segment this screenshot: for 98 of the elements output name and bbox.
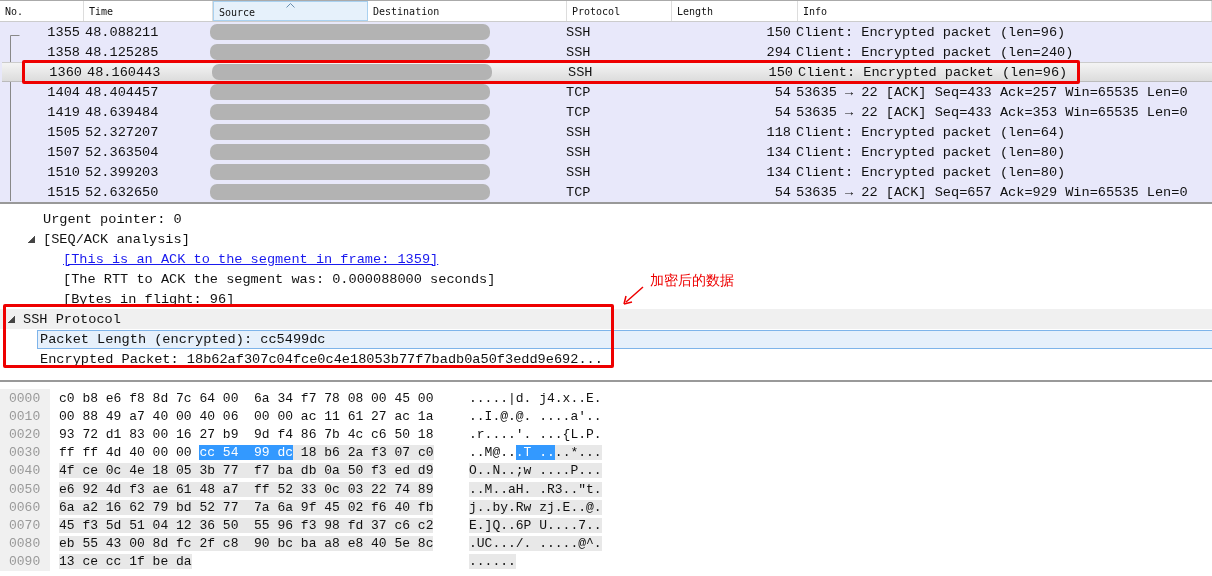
- table-cell-text: 118: [765, 124, 792, 140]
- hex-bytes[interactable]: e6 92 4d f3 ae 61 48 a7 ff 52 33 0c 03 22 74 89: [59, 481, 434, 497]
- table-cell-text: SSH: [565, 164, 592, 180]
- ascii-bytes[interactable]: ..M@..: [469, 445, 516, 461]
- hex-bytes[interactable]: 13 ce cc 1f be da: [59, 554, 192, 570]
- table-cell-text: TCP: [565, 84, 592, 100]
- ascii-bytes[interactable]: O..N..;w ....P...: [469, 463, 602, 479]
- ascii-bytes[interactable]: .....|d. j4.x..E.: [469, 390, 602, 406]
- packet-row[interactable]: 1515 52.632650 TCP 54 53635 → 22 [ACK] Seq=657 Ack=929 Win=65535 Len=0: [0, 182, 1212, 202]
- hex-bytes[interactable]: 93 72 d1 83 00 16 27 b9 9d f4 86 7b 4c c6 50 18: [59, 426, 434, 442]
- table-cell-text: 150: [767, 64, 794, 80]
- packet-row[interactable]: 1510 52.399203 SSH 134 Client: Encrypted packet (len=80): [0, 162, 1212, 182]
- hex-bytes[interactable]: eb 55 43 00 8d fc 2f c8 90 bc ba a8 e8 40 5e 8c: [59, 536, 434, 552]
- offset-label: 0000: [0, 389, 50, 408]
- table-cell-text: 150: [765, 24, 792, 40]
- packet-row[interactable]: 1419 48.639484 TCP 54 53635 → 22 [ACK] Seq=433 Ack=353 Win=65535 Len=0: [0, 102, 1212, 122]
- annotation-arrow: [622, 286, 644, 306]
- tree-item[interactable]: Urgent pointer: 0: [43, 211, 182, 227]
- table-cell-text: 1515: [46, 184, 81, 200]
- table-cell-text: 1507: [46, 144, 81, 160]
- offset-label: 0070: [0, 516, 50, 535]
- hex-bytes[interactable]: 18 b6 2a f3 07 c0: [293, 445, 434, 461]
- table-cell-text: 48.125285: [84, 44, 160, 60]
- hex-bytes[interactable]: 45 f3 5d 51 04 12 36 50 55 96 f3 98 fd 37 c6 c2: [59, 517, 434, 533]
- expand-icon[interactable]: [28, 236, 35, 243]
- ascii-bytes[interactable]: ..I.@.@. ....a'..: [469, 408, 602, 424]
- table-cell-text: 48.088211: [84, 24, 160, 40]
- column-header[interactable]: Source: [213, 1, 368, 21]
- tree-item[interactable]: SSH Protocol: [23, 311, 121, 327]
- hex-bytes[interactable]: 6a a2 16 62 79 bd 52 77 7a 6a 9f 45 02 f6 40 fb: [59, 499, 434, 515]
- packet-row[interactable]: 1355 48.088211 SSH 150 Client: Encrypted packet (len=96): [0, 22, 1212, 42]
- packet-row[interactable]: 1505 52.327207 SSH 118 Client: Encrypted packet (len=64): [0, 122, 1212, 142]
- table-cell-text: 1404: [46, 84, 81, 100]
- table-cell-text: 54: [773, 184, 792, 200]
- ascii-bytes[interactable]: ......: [469, 554, 516, 570]
- table-cell-text: 48.160443: [86, 64, 162, 80]
- hex-bytes[interactable]: c0 b8 e6 f8 8d 7c 64 00 6a 34 f7 78 08 00 45 00: [59, 390, 434, 406]
- table-cell-text: Client: Encrypted packet (len=80): [795, 144, 1067, 160]
- expand-icon[interactable]: [8, 315, 15, 323]
- offset-label: 0020: [0, 425, 50, 444]
- packet-row[interactable]: 1360 48.160443 SSH 150 Client: Encrypted packet (len=96): [2, 62, 1212, 82]
- table-cell-text: 54: [773, 84, 792, 100]
- tree-item[interactable]: Packet Length (encrypted): cc5499dc: [37, 329, 1212, 349]
- ascii-bytes[interactable]: E.]Q..6P U....7..: [469, 517, 602, 533]
- column-header[interactable]: Info: [798, 1, 1212, 21]
- table-cell-text: 1358: [46, 44, 81, 60]
- table-cell-text: 53635 → 22 [ACK] Seq=433 Ack=257 Win=65535 Len=0: [795, 84, 1189, 100]
- packet-row[interactable]: 1507 52.363504 SSH 134 Client: Encrypted packet (len=80): [0, 142, 1212, 162]
- table-cell-text: 1360: [48, 64, 83, 80]
- column-header[interactable]: No.: [0, 1, 84, 21]
- hex-bytes[interactable]: 00 88 49 a7 40 00 40 06 00 00 ac 11 61 27 ac 1a: [59, 408, 434, 424]
- ascii-bytes[interactable]: .UC.../. .....@^.: [469, 536, 602, 552]
- hex-bytes[interactable]: 4f ce 0c 4e 18 05 3b 77 f7 ba db 0a 50 f3 ed d9: [59, 463, 434, 479]
- packet-row[interactable]: 1404 48.404457 TCP 54 53635 → 22 [ACK] Seq=433 Ack=257 Win=65535 Len=0: [0, 82, 1212, 102]
- ascii-bytes[interactable]: .r....'. ...{L.P.: [469, 426, 602, 442]
- table-cell-text: Client: Encrypted packet (len=240): [795, 44, 1075, 60]
- annotation-note: 加密后的数据: [650, 272, 734, 290]
- table-cell-text: SSH: [565, 24, 592, 40]
- table-cell-text: Client: Encrypted packet (len=96): [797, 64, 1069, 80]
- frame-link[interactable]: [This is an ACK to the segment in frame: 1359]: [63, 251, 439, 267]
- table-cell-text: Client: Encrypted packet (len=80): [795, 164, 1067, 180]
- table-cell-text: 52.363504: [84, 144, 160, 160]
- table-cell-text: 52.632650: [84, 184, 160, 200]
- column-header[interactable]: Length: [672, 1, 798, 21]
- table-cell-text: Client: Encrypted packet (len=96): [795, 24, 1067, 40]
- tree-item[interactable]: Encrypted Packet: 18b62af307c04fce0c4e18053b77f7badb0a50f3edd9e692...: [40, 351, 603, 367]
- table-cell-text: 1510: [46, 164, 81, 180]
- tree-item[interactable]: [SEQ/ACK analysis]: [43, 231, 190, 247]
- table-cell-text: 52.399203: [84, 164, 160, 180]
- table-cell-text: Client: Encrypted packet (len=64): [795, 124, 1067, 140]
- table-cell-text: 53635 → 22 [ACK] Seq=433 Ack=353 Win=65535 Len=0: [795, 104, 1189, 120]
- table-cell-text: 134: [765, 164, 792, 180]
- table-cell-text: TCP: [565, 184, 592, 200]
- table-cell-text: SSH: [565, 124, 592, 140]
- column-header[interactable]: Destination: [368, 1, 567, 21]
- table-cell-text: 1419: [46, 104, 81, 120]
- table-cell-text: SSH: [565, 44, 592, 60]
- column-header[interactable]: Protocol: [567, 1, 672, 21]
- tree-item[interactable]: [The RTT to ACK the segment was: 0.000088000 seconds]: [63, 271, 496, 287]
- table-cell-text: 1505: [46, 124, 81, 140]
- table-cell-text: SSH: [565, 144, 592, 160]
- table-cell-text: 52.327207: [84, 124, 160, 140]
- table-cell-text: TCP: [565, 104, 592, 120]
- table-cell-text: 1355: [46, 24, 81, 40]
- ascii-bytes[interactable]: ..M..aH. .R3.."t.: [469, 481, 602, 497]
- packet-row[interactable]: 1358 48.125285 SSH 294 Client: Encrypted packet (len=240): [0, 42, 1212, 62]
- table-cell-text: 294: [765, 44, 792, 60]
- offset-label: 0010: [0, 407, 50, 426]
- table-cell-text: SSH: [567, 64, 594, 80]
- table-cell-text: 48.639484: [84, 104, 160, 120]
- ascii-bytes[interactable]: j..by.Rw zj.E..@.: [469, 499, 602, 515]
- table-cell-text: 53635 → 22 [ACK] Seq=657 Ack=929 Win=65535 Len=0: [795, 184, 1189, 200]
- hex-bytes[interactable]: ff ff 4d 40 00 00: [59, 445, 200, 461]
- ascii-bytes[interactable]: ..*...: [554, 445, 602, 461]
- table-cell-text: 48.404457: [84, 84, 160, 100]
- offset-label: 0060: [0, 498, 50, 517]
- table-cell-text: 54: [773, 104, 792, 120]
- table-cell-text: 134: [765, 144, 792, 160]
